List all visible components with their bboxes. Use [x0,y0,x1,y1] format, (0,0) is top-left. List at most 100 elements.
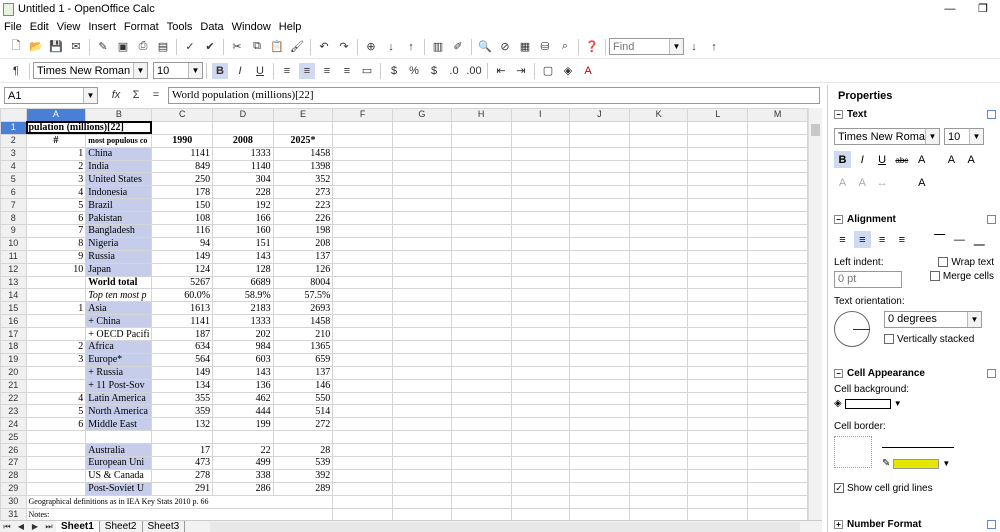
font-color-icon[interactable]: A [580,63,596,79]
gallery-icon[interactable]: ▦ [517,39,533,55]
empty-cell[interactable] [391,340,452,354]
empty-cell[interactable] [747,185,808,200]
empty-cell[interactable] [569,456,630,470]
row-header[interactable]: 14 [0,288,27,303]
cell-b[interactable]: Asia [85,301,153,316]
empty-cell[interactable] [510,288,571,303]
empty-cell[interactable] [569,224,630,238]
cell-e[interactable]: 126 [272,262,334,277]
column-header-k[interactable]: K [628,108,689,122]
empty-cell[interactable] [687,133,749,148]
cell-d[interactable]: 286 [212,481,274,496]
empty-cell[interactable] [272,120,334,135]
sidebar-align-left-icon[interactable]: ≡ [834,231,851,248]
function-icon[interactable]: = [148,87,164,103]
empty-cell[interactable] [569,430,630,445]
more-options-icon[interactable] [987,520,996,529]
empty-cell[interactable] [391,275,452,290]
row-header[interactable]: 2 [0,133,27,148]
cell-d[interactable]: 2183 [212,301,274,316]
cell-d[interactable]: 202 [212,327,274,342]
cell-a[interactable]: 1 [25,301,87,316]
empty-cell[interactable] [332,391,393,406]
first-sheet-icon[interactable]: ⏮ [2,519,12,532]
empty-cell[interactable] [747,417,808,432]
cell-background-picker[interactable]: ◈ ▼ [834,398,994,409]
empty-cell[interactable] [747,404,808,419]
cell-d[interactable]: 1333 [212,146,274,161]
cell-a[interactable]: 9 [25,249,87,264]
cell-e[interactable]: 2693 [272,301,334,316]
left-indent-spinner[interactable]: 0 pt [834,270,902,288]
empty-cell[interactable] [628,236,689,251]
empty-cell[interactable] [332,262,393,277]
clone-formatting-icon[interactable]: 🖌 [289,39,305,55]
empty-cell[interactable] [510,236,571,251]
empty-cell[interactable] [569,236,630,251]
empty-cell[interactable] [628,185,689,200]
empty-cell[interactable] [510,120,571,135]
empty-cell[interactable] [687,275,749,290]
cell-a[interactable] [25,314,87,329]
empty-cell[interactable] [510,185,571,200]
cell-a[interactable]: Notes: [25,507,334,520]
sidebar-underline-icon[interactable]: U [874,151,891,168]
styles-icon[interactable]: ¶ [8,63,24,79]
empty-cell[interactable] [391,262,452,277]
cell-a[interactable]: pulation (millions)[22] [25,120,153,135]
empty-cell[interactable] [569,391,630,406]
empty-cell[interactable] [628,120,689,135]
empty-cell[interactable] [391,236,452,251]
merge-cells-checkbox[interactable]: Merge cells [929,271,994,288]
cell-b[interactable]: India [85,159,153,174]
menu-help[interactable]: Help [275,21,306,33]
cell-e[interactable]: 659 [272,352,334,367]
redo-icon[interactable]: ↷ [336,39,352,55]
empty-cell[interactable] [332,417,393,432]
empty-cell[interactable] [510,301,571,316]
empty-cell[interactable] [569,507,630,520]
cell-b[interactable]: Australia [85,443,153,458]
line-style-picker[interactable] [882,436,954,448]
empty-cell[interactable] [450,352,512,367]
menu-edit[interactable]: Edit [26,21,53,33]
find-replace-icon[interactable]: 🔍 [477,39,493,55]
cell-b[interactable]: Brazil [85,198,153,213]
zoom-icon[interactable]: ⌕ [557,39,573,55]
delete-decimal-icon[interactable]: .00 [466,63,482,79]
chevron-down-icon[interactable]: ▼ [188,63,202,78]
empty-cell[interactable] [391,430,452,445]
empty-cell[interactable] [510,314,571,329]
sidebar-font-size-combo[interactable]: 10 ▼ [944,128,984,145]
empty-cell[interactable] [747,507,808,520]
empty-cell[interactable] [569,417,630,432]
sort-ascending-icon[interactable]: ↓ [383,39,399,55]
cell-c[interactable]: 134 [151,378,214,393]
cell-b[interactable]: Europe* [85,352,153,367]
cell-a[interactable]: 5 [25,198,87,213]
empty-cell[interactable] [628,365,689,380]
find-previous-icon[interactable]: ↑ [706,39,722,55]
cell-b[interactable]: + 11 Post-Sov [85,378,153,393]
cell-c[interactable]: 17 [151,443,214,458]
cell-e[interactable]: 392 [272,468,334,483]
empty-cell[interactable] [450,249,512,264]
row-header[interactable]: 1 [0,120,27,135]
empty-cell[interactable] [687,352,749,367]
cell-c[interactable]: 1613 [151,301,214,316]
empty-cell[interactable] [332,365,393,380]
cell-c[interactable]: 1990 [151,133,214,148]
menu-window[interactable]: Window [228,21,275,33]
cell-d[interactable]: 444 [212,404,274,419]
cell-a[interactable] [25,456,87,470]
align-bottom-icon[interactable]: ⎽ [971,232,988,249]
empty-cell[interactable] [747,275,808,290]
subscript-icon[interactable]: A [854,175,871,192]
cell-a[interactable] [25,481,87,496]
cell-a[interactable] [25,275,87,290]
empty-cell[interactable] [450,327,512,342]
empty-cell[interactable] [510,417,571,432]
expand-icon[interactable]: + [834,520,843,529]
empty-cell[interactable] [391,456,452,470]
align-top-icon[interactable]: ⎺ [931,232,948,249]
